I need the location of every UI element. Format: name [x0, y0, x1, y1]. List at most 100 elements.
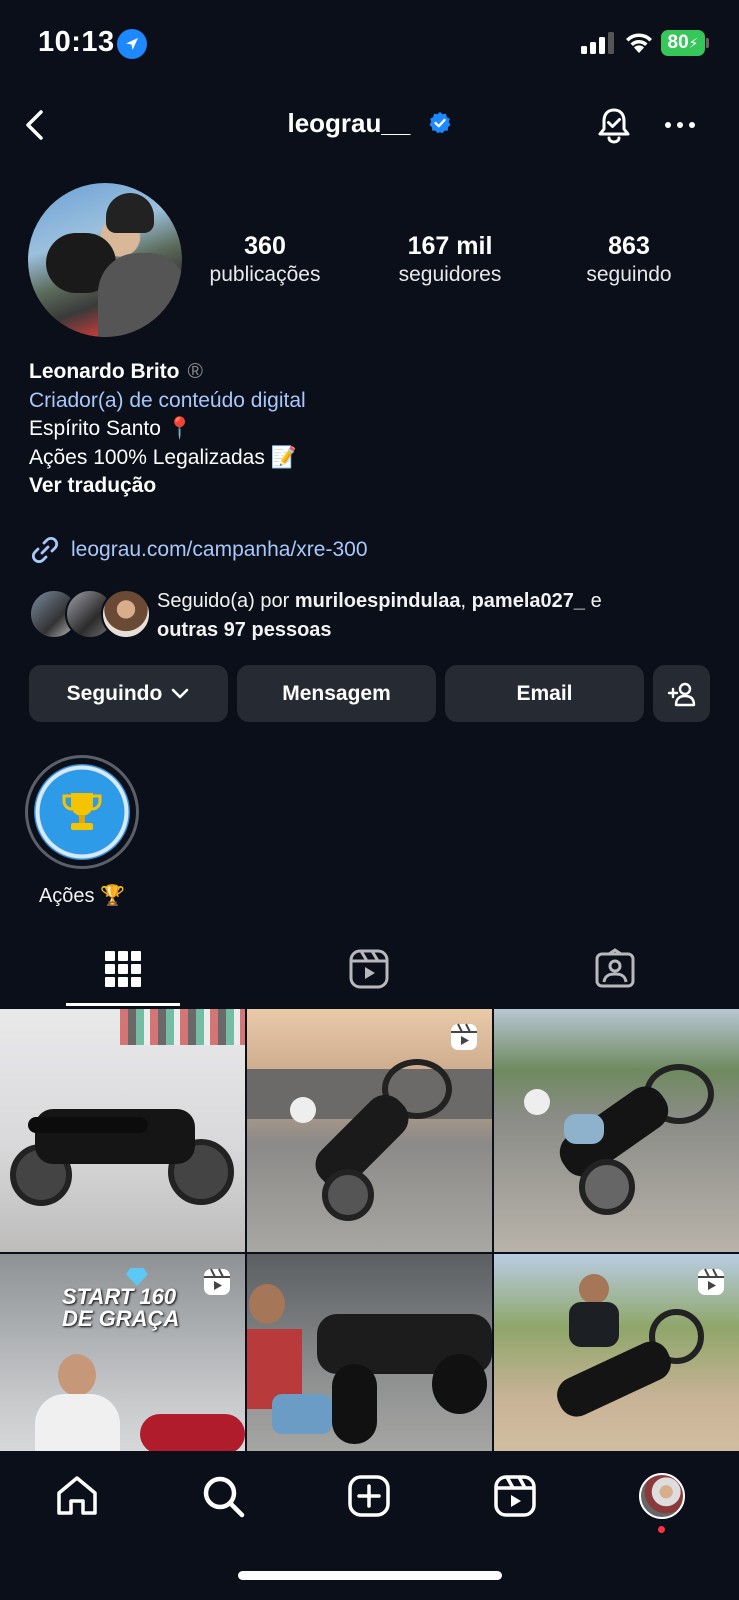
display-name: Leonardo Brito [29, 360, 180, 383]
suggest-people-button[interactable] [653, 665, 710, 722]
message-button[interactable]: Mensagem [237, 665, 436, 722]
rider-head [579, 1274, 609, 1304]
followed-by-text: Seguido(a) por muriloespindulaa, pamela0… [157, 587, 602, 645]
profile-tab-avatar[interactable] [639, 1473, 685, 1519]
avatar-helmet [106, 193, 154, 233]
post-overlay-line-2: DE GRAÇA [62, 1306, 180, 1331]
see-translation-link[interactable]: Ver tradução [29, 472, 719, 501]
cellular-signal-icon [581, 32, 614, 54]
followed-by-row[interactable]: Seguido(a) por muriloespindulaa, pamela0… [29, 585, 719, 641]
bio-link-text[interactable]: leograu.com/campanha/xre-300 [71, 538, 368, 562]
add-person-icon [667, 682, 695, 706]
posts-grid: START 160 DE GRAÇA [0, 1009, 739, 1451]
tagged-tab-icon[interactable] [593, 947, 637, 991]
profile-content-tabs [0, 935, 739, 1008]
followed-by-conjunction: e [585, 590, 602, 612]
wifi-icon [626, 33, 652, 53]
sticker-wall [120, 1009, 245, 1045]
profile-stats: 360 publicações 167 mil seguidores 863 s… [200, 232, 720, 292]
grid-post-5[interactable] [247, 1254, 492, 1451]
rider-helmet [290, 1097, 316, 1123]
bike-rear-wheel [579, 1159, 635, 1215]
stat-followers[interactable]: 167 mil seguidores [365, 232, 535, 287]
follower-avatar-3 [101, 589, 151, 639]
bike-seat [28, 1117, 148, 1133]
more-options-icon[interactable] [664, 113, 696, 137]
story-highlight[interactable]: Ações 🏆 [25, 755, 139, 908]
followed-by-user-1: muriloespindulaa [294, 590, 461, 612]
status-time: 10:13 [38, 26, 115, 58]
reels-tab-icon[interactable] [347, 947, 391, 991]
avatar-shirt [98, 253, 182, 337]
red-motorcycle [140, 1414, 245, 1451]
message-button-label: Mensagem [282, 681, 391, 705]
reel-badge-icon [204, 1268, 230, 1295]
notification-bell-icon[interactable] [594, 105, 634, 145]
bio-name-row: Leonardo Brito ® [29, 358, 719, 387]
profile-bio: Leonardo Brito ® Criador(a) de conteúdo d… [29, 358, 719, 501]
post-overlay-line-1: START 160 [62, 1284, 177, 1309]
home-indicator[interactable] [238, 1571, 502, 1580]
registered-mark: ® [187, 360, 203, 383]
reels-icon[interactable] [492, 1473, 538, 1519]
verified-badge-icon [428, 112, 451, 134]
search-icon[interactable] [200, 1473, 246, 1519]
create-post-icon[interactable] [346, 1473, 392, 1519]
bike-rear-wheel [322, 1169, 374, 1221]
highlight-cover [34, 764, 130, 860]
person-shorts [272, 1394, 332, 1434]
stat-following-label: seguindo [586, 263, 672, 286]
highlight-label: Ações 🏆 [38, 885, 126, 907]
profile-avatar[interactable] [28, 183, 182, 337]
stat-following-value: 863 [608, 232, 650, 260]
grid-post-3[interactable] [494, 1009, 739, 1252]
location-icon [117, 29, 147, 59]
bike-wheel [332, 1364, 377, 1444]
chevron-down-icon [172, 688, 189, 698]
reel-badge-icon [698, 1268, 724, 1295]
bio-line-location: Espírito Santo 📍 [29, 417, 193, 440]
bio-link[interactable]: leograu.com/campanha/xre-300 [29, 534, 368, 566]
followed-by-separator: , [460, 590, 472, 612]
bike-body [551, 1335, 677, 1423]
grid-post-6[interactable] [494, 1254, 739, 1451]
stat-followers-label: seguidores [398, 263, 502, 286]
grid-post-1[interactable] [0, 1009, 245, 1252]
stat-posts-value: 360 [244, 232, 286, 260]
stat-following[interactable]: 863 seguindo [544, 232, 714, 287]
following-button[interactable]: Seguindo [29, 665, 228, 722]
email-button[interactable]: Email [445, 665, 644, 722]
followed-by-prefix: Seguido(a) por [157, 590, 295, 612]
battery-level: 80 [667, 32, 689, 53]
grid-posts-tab-icon[interactable] [101, 947, 145, 991]
grid-post-4[interactable]: START 160 DE GRAÇA [0, 1254, 245, 1451]
active-tab-indicator [66, 1003, 180, 1006]
grid-post-2[interactable] [247, 1009, 492, 1252]
stat-posts-label: publicações [209, 263, 321, 286]
followed-by-others: outras 97 pessoas [157, 619, 332, 641]
link-icon [31, 536, 59, 564]
rider-jeans [564, 1114, 604, 1144]
battery-tip [706, 38, 709, 48]
status-bar: 10:13 80 ⚡ [0, 0, 739, 90]
rider-helmet [524, 1089, 550, 1115]
followed-by-user-2: pamela027_ [471, 590, 586, 612]
post-overlay-text: START 160 DE GRAÇA [62, 1286, 179, 1330]
person-head [249, 1284, 285, 1324]
trophy-icon [62, 793, 102, 830]
home-icon[interactable] [54, 1473, 100, 1519]
bike-wheel [432, 1354, 487, 1414]
bottom-navigation [0, 1451, 739, 1600]
highlight-ring [25, 755, 139, 869]
rider-shirt [569, 1302, 619, 1347]
profile-action-buttons: Seguindo Mensagem Email [29, 665, 711, 722]
person-head [58, 1354, 96, 1396]
profile-header: leograu__ [0, 95, 739, 155]
email-button-label: Email [516, 681, 573, 705]
following-button-label: Seguindo [66, 681, 163, 705]
stat-posts[interactable]: 360 publicações [180, 232, 350, 287]
charging-icon: ⚡ [688, 34, 699, 51]
profile-notification-dot [658, 1526, 665, 1533]
profile-category[interactable]: Criador(a) de conteúdo digital [29, 387, 719, 416]
stat-followers-value: 167 mil [407, 232, 493, 260]
